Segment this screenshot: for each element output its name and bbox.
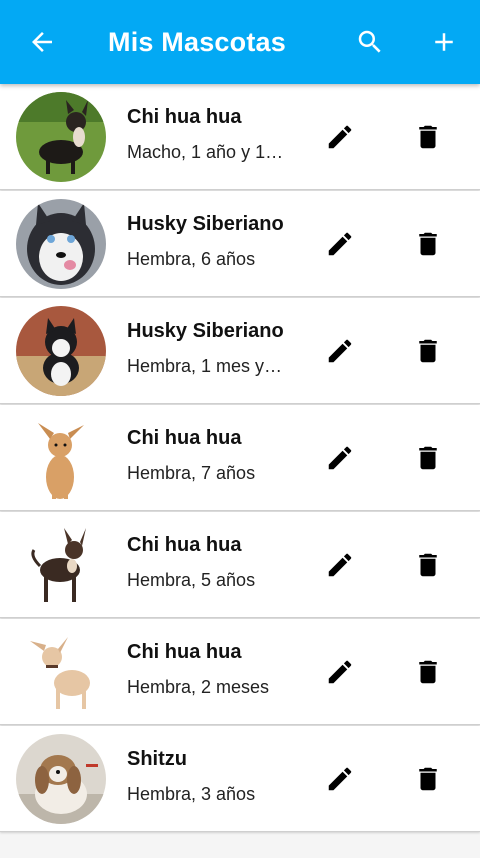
pencil-icon[interactable] <box>320 545 360 585</box>
app-bar: Mis Mascotas <box>0 0 480 84</box>
pencil-icon[interactable] <box>320 117 360 157</box>
pencil-icon[interactable] <box>320 759 360 799</box>
pet-photo <box>16 92 106 182</box>
pet-description: Hembra, 7 años <box>127 463 256 483</box>
pet-card[interactable]: Chi hua hua Hembra, 5 años <box>0 512 480 618</box>
pet-photo <box>16 734 106 824</box>
trash-icon[interactable] <box>408 331 448 371</box>
trash-icon[interactable] <box>408 438 448 478</box>
pet-card[interactable]: Husky Siberiano Hembra, 6 años <box>0 191 480 297</box>
trash-icon[interactable] <box>408 545 448 585</box>
plus-icon[interactable] <box>424 22 464 62</box>
app-title: Mis Mascotas <box>108 27 286 57</box>
trash-icon[interactable] <box>408 224 448 264</box>
pet-photo <box>16 306 106 396</box>
pet-name: Husky Siberiano <box>127 320 284 342</box>
arrow-back-icon[interactable] <box>22 22 62 62</box>
pencil-icon[interactable] <box>320 331 360 371</box>
pet-card[interactable]: Husky Siberiano Hembra, 1 mes y 2 días <box>0 298 480 404</box>
pet-description: Hembra, 3 años <box>127 784 256 804</box>
pencil-icon[interactable] <box>320 652 360 692</box>
pet-card[interactable]: Chi hua hua Hembra, 7 años <box>0 405 480 511</box>
pet-name: Chi hua hua <box>127 534 242 556</box>
pet-card[interactable]: Shitzu Hembra, 3 años <box>0 726 480 832</box>
pet-photo <box>16 627 106 717</box>
pencil-icon[interactable] <box>320 224 360 264</box>
pet-name: Chi hua hua <box>127 106 242 128</box>
pet-description: Macho, 1 año y 1 mes <box>127 142 287 162</box>
pet-description: Hembra, 2 meses <box>127 677 270 697</box>
pet-name: Chi hua hua <box>127 427 242 449</box>
pet-name: Husky Siberiano <box>127 213 284 235</box>
pet-description: Hembra, 6 años <box>127 249 256 269</box>
pet-card[interactable]: Chi hua hua Hembra, 2 meses <box>0 619 480 725</box>
pet-name: Chi hua hua <box>127 641 242 663</box>
trash-icon[interactable] <box>408 117 448 157</box>
pet-photo <box>16 413 106 503</box>
trash-icon[interactable] <box>408 652 448 692</box>
pet-description: Hembra, 5 años <box>127 570 256 590</box>
pet-photo <box>16 520 106 610</box>
pet-description: Hembra, 1 mes y 2 días <box>127 356 287 376</box>
pet-photo <box>16 199 106 289</box>
pet-name: Shitzu <box>127 748 187 770</box>
pencil-icon[interactable] <box>320 438 360 478</box>
pet-card[interactable]: Chi hua hua Macho, 1 año y 1 mes <box>0 84 480 190</box>
search-icon[interactable] <box>350 22 390 62</box>
trash-icon[interactable] <box>408 759 448 799</box>
